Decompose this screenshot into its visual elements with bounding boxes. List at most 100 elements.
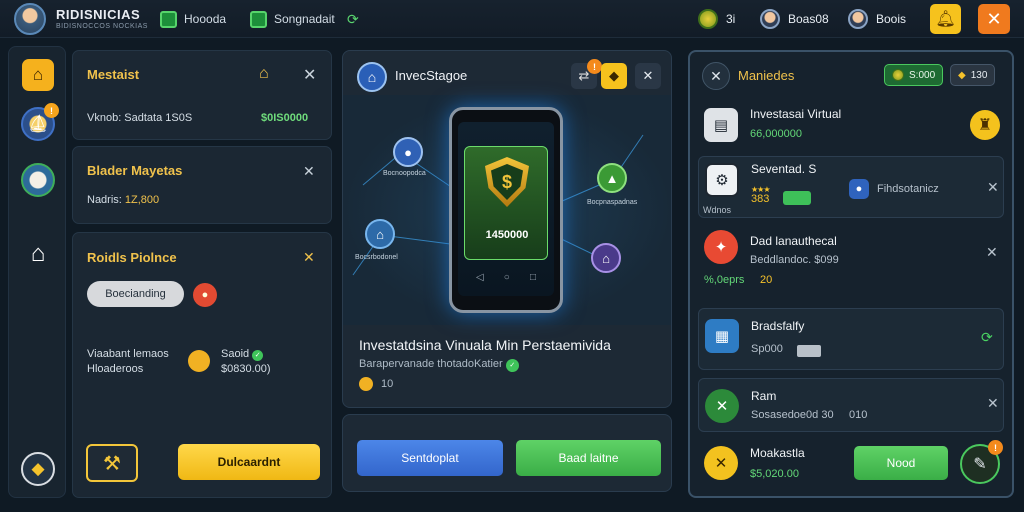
check-icon: ✓	[252, 350, 264, 361]
refresh-icon[interactable]: ⟳	[981, 329, 993, 346]
item-title: Bradsfalfy	[751, 319, 805, 333]
close-card-button[interactable]: ✕	[303, 163, 315, 180]
detail-line: Saoid	[221, 348, 250, 360]
close-button[interactable]: ✕	[978, 4, 1010, 34]
phone-screen: $ 1450000 ◁ ○ □	[458, 122, 554, 296]
close-item-button[interactable]: ✕	[987, 179, 999, 196]
node-icon: ▲	[597, 163, 627, 193]
list-item[interactable]: ▤ Investasai Virtual 66,000000 ♜	[698, 102, 1004, 154]
phone-nav-bar: ◁ ○ □	[476, 272, 536, 283]
tools-icon: ✕	[702, 62, 730, 90]
cards-icon: ▦	[705, 319, 739, 353]
list-item[interactable]: ▦ Bradsfalfy Sp000 ⟳	[698, 308, 1004, 370]
gear-icon: ⚙	[705, 163, 739, 197]
item-sub: Sosasedoe0d 30	[751, 409, 834, 421]
card-label: Nadris: 1Z,800	[87, 194, 159, 206]
confirm-button[interactable]: Baad laitne	[516, 440, 661, 476]
coin-icon	[359, 377, 373, 391]
card-title: Blader Mayetas	[87, 163, 183, 178]
shield-icon: $	[485, 157, 529, 207]
user-stat-2[interactable]: Boois	[848, 8, 906, 30]
coin-icon: ◆	[609, 68, 619, 83]
user-stat-1[interactable]: Boas08	[760, 8, 829, 30]
subline-text: Barapervanade thotadoKatier	[359, 358, 503, 370]
item-action-button[interactable]: Nood	[854, 446, 948, 480]
card-roidls-piolnce: Roidls Piolnce ✕ Boecianding ● Viaabant …	[72, 232, 332, 498]
detail-line: $0830.00)	[221, 363, 271, 375]
primary-action-button[interactable]: Dulcaardnt	[178, 444, 320, 480]
notification-badge: !	[988, 440, 1003, 455]
phone-illustration: $ 1450000 ◁ ○ □	[449, 107, 563, 313]
list-item[interactable]: ✦ Dad lanauthecal Beddlandoc. $099 %,0ep…	[698, 224, 1004, 294]
node-label: Bocsrbodonel	[355, 254, 398, 261]
left-sidebar: ⌂ ⛵︎ ! ⌂ ◆	[8, 46, 66, 498]
notification-badge: !	[587, 59, 602, 74]
alert-icon[interactable]: ●	[193, 283, 217, 307]
nav-label: Hoooda	[184, 12, 227, 26]
close-card-button[interactable]: ✕	[303, 249, 315, 266]
card-value: 1Z,800	[124, 194, 160, 206]
card-blader-mayetas: Blader Mayetas ✕ Nadris: 1Z,800	[72, 146, 332, 224]
nav-item-settings[interactable]: Songnadait	[250, 10, 335, 28]
bell-icon: 🔔︎	[935, 11, 956, 28]
notification-badge: !	[44, 103, 59, 118]
hammer-button[interactable]: ⚒	[86, 444, 138, 482]
notification-bell-button[interactable]: 🔔︎	[930, 4, 961, 34]
coin-icon	[188, 350, 210, 372]
center-footer: Sentdoplat Baad laitne	[342, 414, 672, 492]
close-item-button[interactable]: ✕	[987, 395, 999, 412]
close-panel-button[interactable]: ✕	[635, 63, 661, 89]
node-icon: ⌂	[365, 219, 395, 249]
user-stat-label: Boas08	[788, 12, 829, 26]
coin-button[interactable]: ◆	[601, 63, 627, 89]
count-value: 10	[381, 378, 394, 390]
tag-icon[interactable]: ◆	[21, 452, 55, 486]
panel-title: Maniedes	[738, 68, 795, 83]
settings-nav-icon	[250, 10, 267, 28]
nav-item-home[interactable]: Hoooda	[160, 10, 226, 28]
nav-label: Songnadait	[274, 12, 335, 26]
item-title: Moakastla	[750, 446, 805, 460]
hammer-icon: ⚒	[103, 452, 121, 475]
item-sub2: %,0eprs	[704, 274, 745, 286]
detail-line: Viaabant lemaos	[87, 348, 169, 360]
dollar-symbol: $	[491, 164, 523, 200]
globe-icon[interactable]	[21, 163, 55, 197]
document-icon: ▤	[704, 108, 738, 142]
status-pill[interactable]: Boecianding	[87, 281, 184, 307]
card-mestaist: Mestaist ⌂ ✕ Vknob: Sadtata 1S0S $0IS000…	[72, 50, 332, 140]
count-row: 10	[359, 377, 393, 391]
status-chip	[783, 191, 811, 205]
item-extra: Fihdsotanicz	[877, 183, 939, 195]
tools-icon: ✕	[705, 389, 739, 423]
refresh-icon[interactable]: ⟳	[347, 10, 359, 28]
item-title: Investasai Virtual	[750, 107, 842, 121]
home-icon[interactable]: ⌂	[22, 59, 54, 91]
coin-icon	[698, 9, 718, 29]
balance-amount: 1450000	[485, 229, 529, 241]
coin-value: 3i	[726, 12, 736, 26]
trophy-icon[interactable]: ♜	[970, 110, 1000, 140]
coin-pill[interactable]: S:000	[884, 64, 944, 86]
brand-title: RIDISNICIAS	[56, 7, 141, 22]
item-sub: $5,020.00	[750, 468, 799, 480]
coin-stat: 3i	[698, 8, 735, 30]
card-value: $0IS0000	[261, 112, 309, 124]
list-item[interactable]: ✕ Ram Sosasedoe0d 30 010 ✕	[698, 378, 1004, 432]
gem-pill[interactable]: ◆ 130	[950, 64, 996, 86]
lock-icon[interactable]: ⌂	[259, 65, 269, 83]
profile-avatar[interactable]	[14, 3, 46, 35]
lock-icon: ●	[849, 179, 869, 199]
right-panel: ✕ Maniedes S:000 ◆ 130 ▤ Investasai Virt…	[688, 50, 1014, 498]
list-item[interactable]: ⚙ Seventad. S ★★★ 383 Wdnos ● Fihdsotani…	[698, 156, 1004, 218]
detail-right: Saoid ✓ $0830.00)	[221, 347, 271, 377]
close-card-button[interactable]: ✕	[303, 65, 316, 85]
card-label-text: Nadris:	[87, 194, 125, 206]
house-icon[interactable]: ⌂	[21, 237, 55, 271]
gem-icon: ◆	[958, 69, 966, 81]
balance-card: $ 1450000	[464, 146, 548, 260]
secondary-button[interactable]: Sentdoplat	[357, 440, 503, 476]
list-item[interactable]: ✕ Moakastla $5,020.00 Nood ✎ !	[698, 438, 1004, 494]
panel-title: InvecStagoe	[395, 68, 468, 83]
close-item-button[interactable]: ✕	[986, 244, 998, 261]
